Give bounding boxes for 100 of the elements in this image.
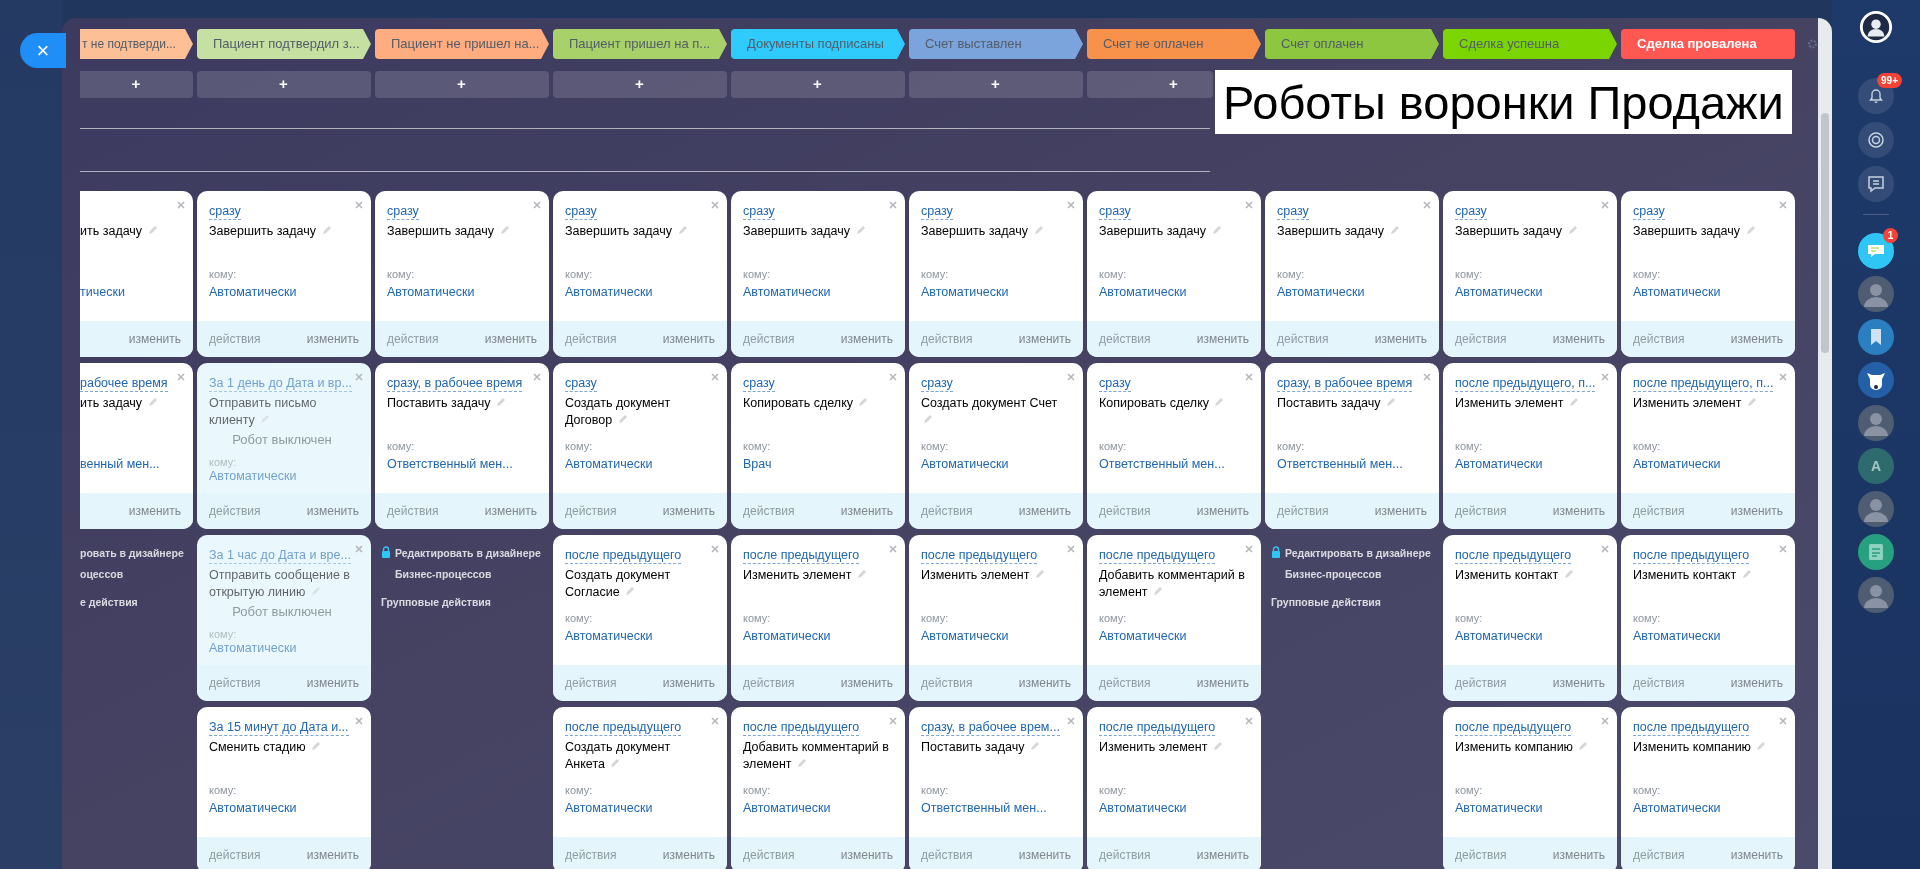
close-icon[interactable] <box>1245 373 1253 381</box>
close-icon[interactable] <box>1601 545 1609 553</box>
edit-icon[interactable] <box>1756 741 1767 751</box>
stage-tab[interactable]: Пациент подтвердил з... <box>197 29 371 59</box>
close-icon[interactable] <box>1067 545 1075 553</box>
trigger-link[interactable]: после предыдущего <box>743 547 860 564</box>
edit-link[interactable]: изменить <box>1196 846 1249 864</box>
edit-link[interactable]: изменить <box>662 330 715 348</box>
edit-icon[interactable] <box>797 758 807 768</box>
trigger-link[interactable]: рабочее время <box>80 375 168 392</box>
close-icon[interactable] <box>889 373 897 381</box>
edit-icon[interactable] <box>1563 569 1574 579</box>
trigger-link[interactable]: после предыдущего <box>1099 547 1216 564</box>
contact-avatar[interactable] <box>1858 405 1894 441</box>
edit-link[interactable]: изменить <box>1018 502 1071 520</box>
close-icon[interactable] <box>533 373 541 381</box>
bookmark-icon[interactable] <box>1858 319 1894 355</box>
recipient-link[interactable]: Автоматически <box>1099 627 1187 646</box>
close-icon[interactable] <box>1601 717 1609 725</box>
add-robot-button[interactable]: + <box>80 71 193 98</box>
scrollbar-thumb[interactable] <box>1821 113 1829 353</box>
edit-icon[interactable] <box>147 397 158 407</box>
actions-link[interactable]: действия <box>565 674 617 692</box>
close-icon[interactable] <box>711 717 719 725</box>
edit-icon[interactable] <box>147 225 158 235</box>
actions-link[interactable]: действия <box>1099 674 1151 692</box>
trigger-link[interactable]: сразу <box>921 375 953 392</box>
actions-link[interactable]: действия <box>387 502 439 520</box>
close-icon[interactable] <box>889 201 897 209</box>
contact-avatar[interactable]: A <box>1858 448 1894 484</box>
recipient-link[interactable]: Автоматически <box>921 627 1009 646</box>
contact-avatar[interactable] <box>1858 491 1894 527</box>
trigger-link[interactable]: после предыдущего <box>1455 547 1572 564</box>
recipient-link[interactable]: Автоматически <box>1455 455 1543 474</box>
recipient-link[interactable]: тически <box>80 283 125 302</box>
recipient-link[interactable]: Автоматически <box>1633 799 1721 818</box>
edit-icon[interactable] <box>1741 569 1752 579</box>
edit-icon[interactable] <box>1212 741 1223 751</box>
profile-avatar[interactable] <box>1859 10 1893 44</box>
recipient-link[interactable]: Автоматически <box>1633 455 1721 474</box>
actions-link[interactable]: действия <box>209 846 261 864</box>
actions-link[interactable]: действия <box>921 330 973 348</box>
actions-link[interactable]: действия <box>1277 502 1329 520</box>
close-icon[interactable] <box>711 545 719 553</box>
edit-link[interactable]: изменить <box>306 330 359 348</box>
edit-link[interactable]: изменить <box>1730 674 1783 692</box>
trigger-link[interactable]: сразу, в рабочее время <box>387 375 523 392</box>
stage-tab[interactable]: Счет оплачен <box>1265 29 1439 59</box>
add-robot-button[interactable]: + <box>731 71 905 98</box>
actions-link[interactable]: действия <box>387 330 439 348</box>
actions-link[interactable]: действия <box>743 330 795 348</box>
contact-avatar[interactable] <box>1858 577 1894 613</box>
close-icon[interactable] <box>355 201 363 209</box>
messenger-button[interactable] <box>1858 233 1894 269</box>
trigger-link[interactable]: сразу <box>387 203 419 220</box>
trigger-link[interactable]: после предыдущего <box>1633 719 1750 736</box>
trigger-link[interactable]: после предыдущего <box>565 719 682 736</box>
recipient-link[interactable]: Автоматически <box>1099 283 1187 302</box>
close-icon[interactable] <box>533 201 541 209</box>
edit-icon[interactable] <box>1568 397 1579 407</box>
add-robot-button[interactable]: + <box>375 71 549 98</box>
trigger-link[interactable]: За 15 минут до Дата и... <box>209 719 349 736</box>
trigger-link[interactable]: сразу <box>565 375 597 392</box>
close-icon[interactable] <box>177 201 185 209</box>
close-icon[interactable] <box>177 373 185 381</box>
recipient-link[interactable]: Автоматически <box>743 627 831 646</box>
actions-link[interactable]: действия <box>1633 846 1685 864</box>
contact-avatar[interactable] <box>1858 276 1894 312</box>
edit-icon[interactable] <box>858 397 869 407</box>
actions-link[interactable]: действия <box>1099 330 1151 348</box>
recipient-link[interactable]: Автоматически <box>1099 799 1187 818</box>
recipient-link[interactable]: Автоматически <box>209 283 297 302</box>
recipient-link[interactable]: Автоматически <box>921 283 1009 302</box>
dog-icon[interactable] <box>1858 362 1894 398</box>
edit-icon[interactable] <box>1567 225 1578 235</box>
add-robot-button[interactable]: + <box>909 71 1083 98</box>
edit-link[interactable]: изменить <box>1018 330 1071 348</box>
actions-link[interactable]: действия <box>1455 674 1507 692</box>
trigger-link[interactable]: сразу <box>209 203 241 220</box>
close-icon[interactable] <box>711 373 719 381</box>
trigger-link[interactable]: после предыдущего, п... <box>1455 375 1596 392</box>
actions-link[interactable]: действия <box>921 674 973 692</box>
edit-icon[interactable] <box>677 225 688 235</box>
designer-link[interactable]: Редактировать в дизайнере Бизнес-процессов <box>381 543 549 585</box>
trigger-link[interactable]: сразу <box>1277 203 1309 220</box>
trigger-link[interactable]: после предыдущего <box>1455 719 1572 736</box>
trigger-link[interactable]: после предыдущего <box>921 547 1038 564</box>
trigger-link[interactable]: сразу <box>1633 203 1665 220</box>
edit-link[interactable]: изменить <box>1730 330 1783 348</box>
recipient-link[interactable]: Автоматически <box>1455 799 1543 818</box>
edit-icon[interactable] <box>1029 741 1040 751</box>
actions-link[interactable]: действия <box>565 502 617 520</box>
edit-link[interactable]: изменить <box>306 846 359 864</box>
trigger-link[interactable]: сразу <box>1099 375 1131 392</box>
edit-icon[interactable] <box>1153 586 1163 596</box>
close-icon[interactable] <box>1779 373 1787 381</box>
recipient-link[interactable]: Ответственный мен... <box>387 455 513 474</box>
close-icon[interactable] <box>1067 201 1075 209</box>
close-icon[interactable] <box>1601 201 1609 209</box>
close-icon[interactable] <box>889 717 897 725</box>
